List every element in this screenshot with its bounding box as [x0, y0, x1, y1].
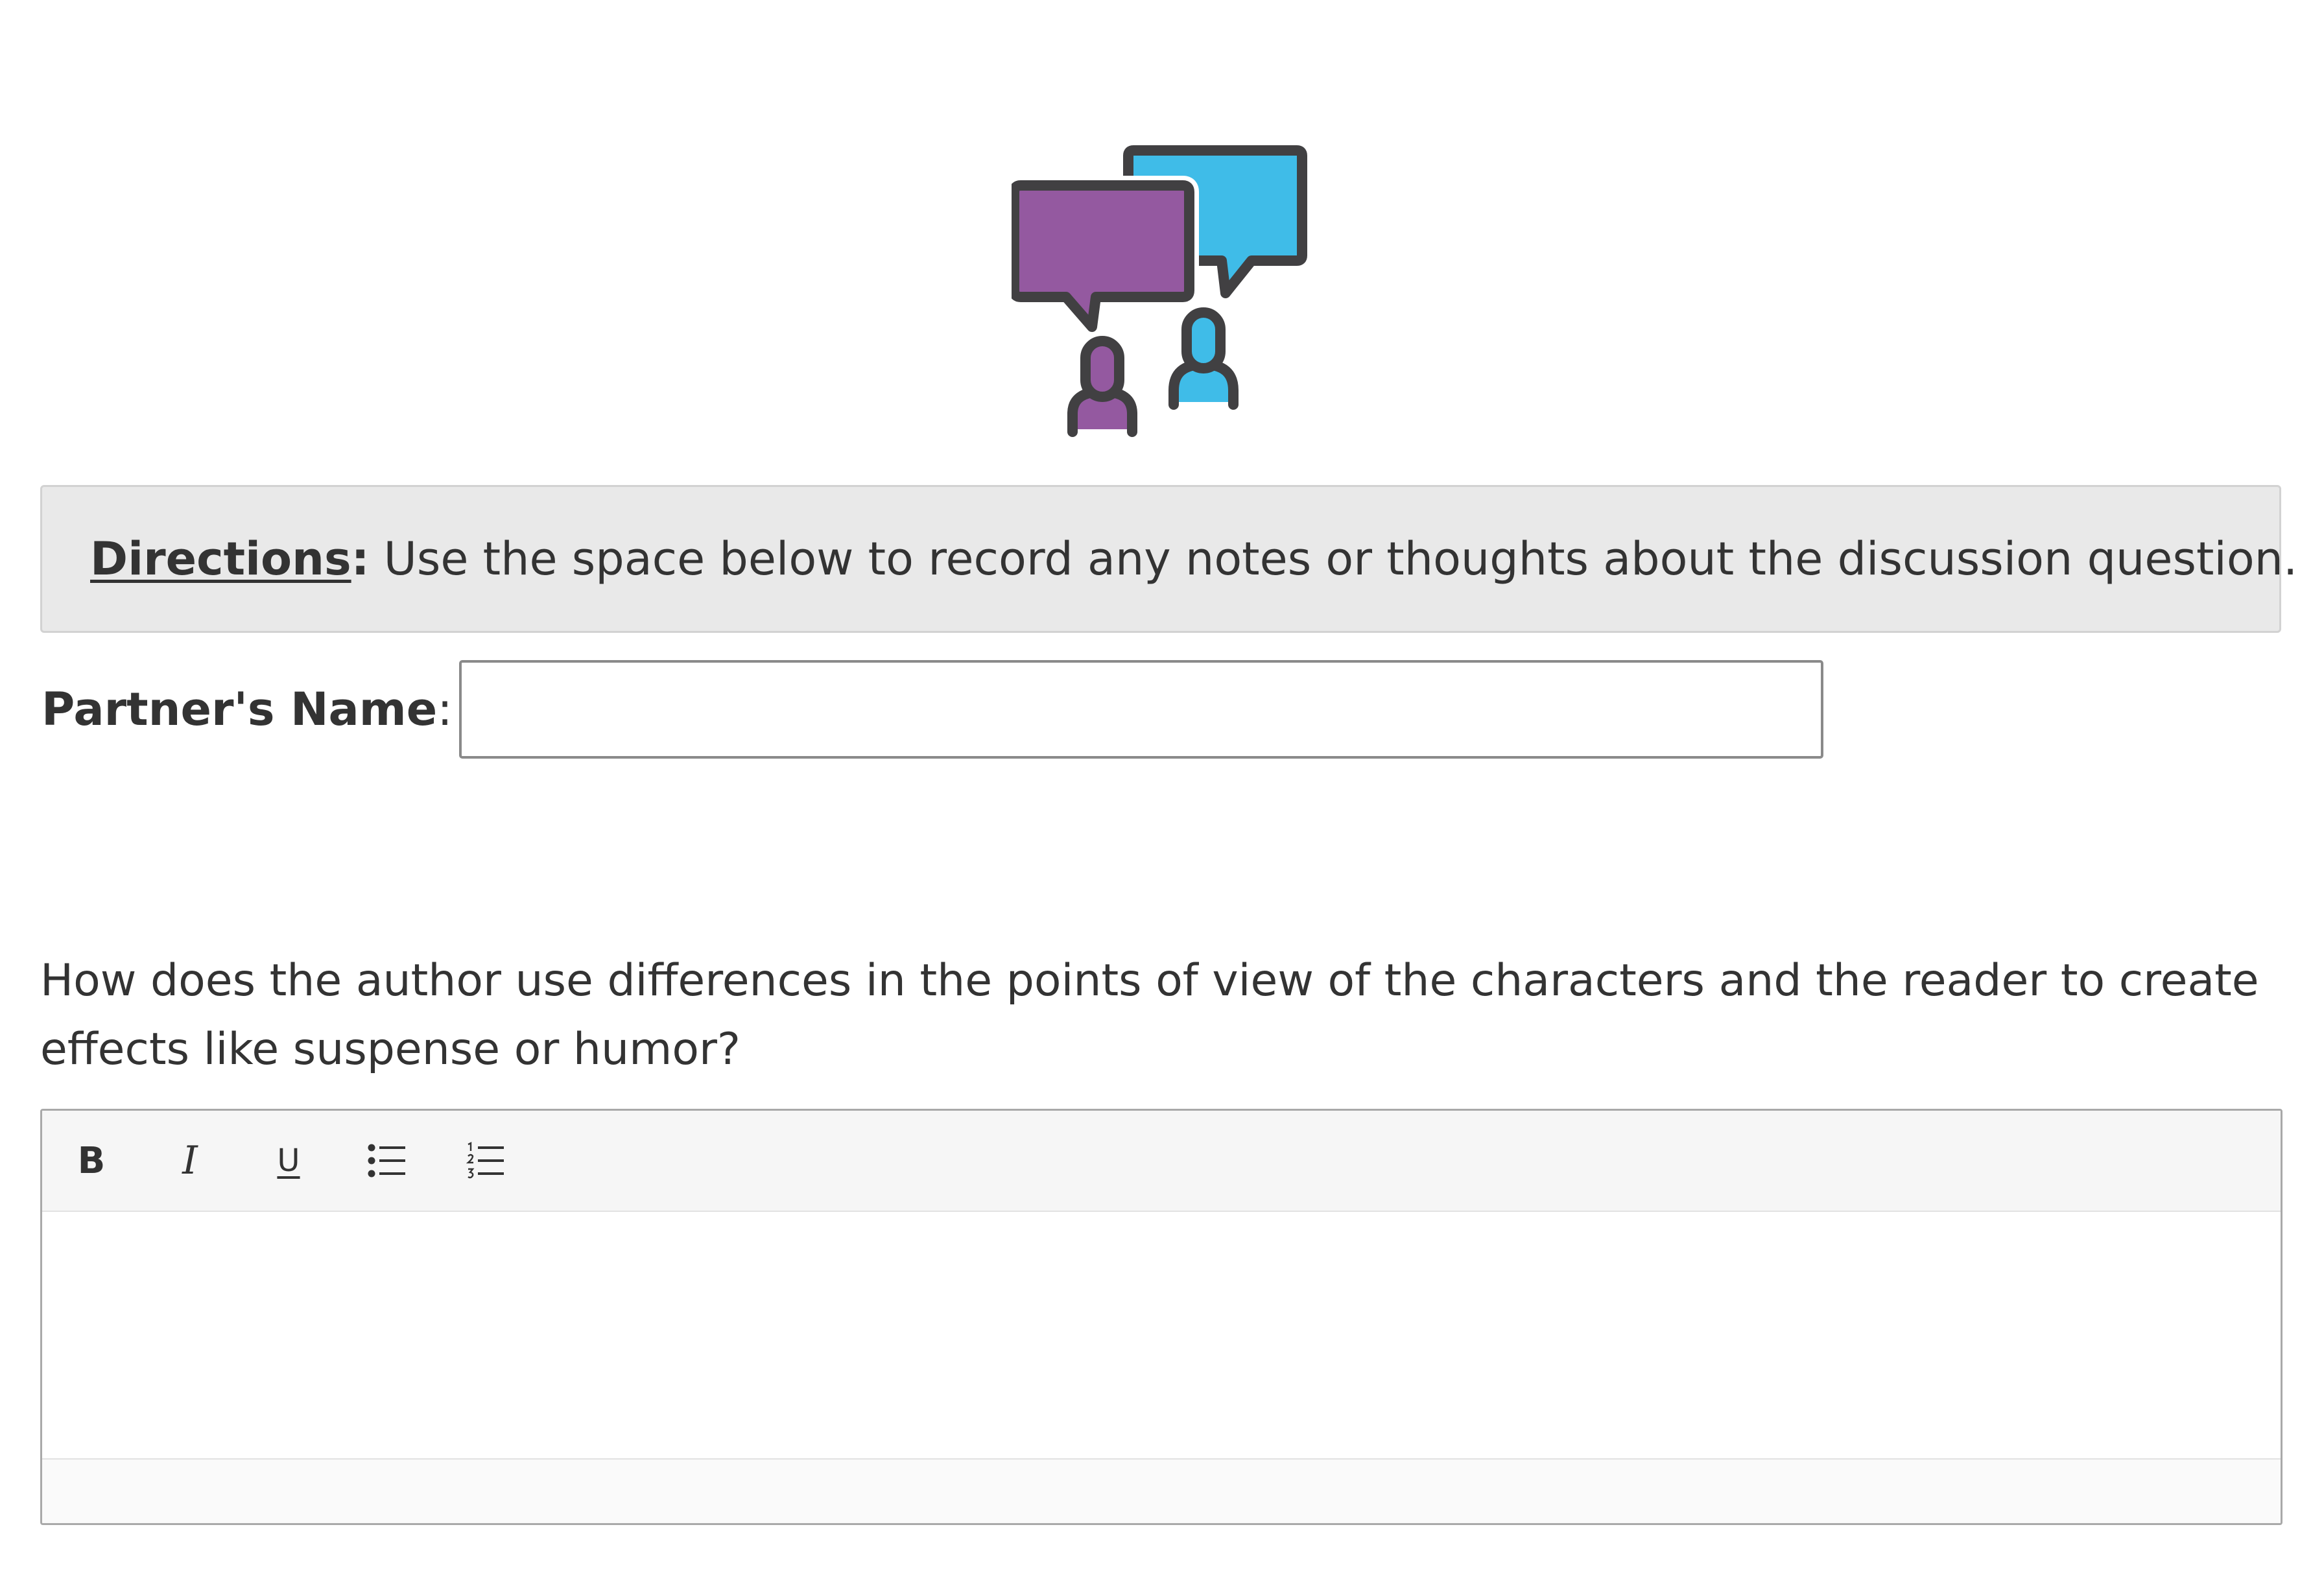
- bold-button[interactable]: B: [62, 1131, 121, 1190]
- partner-name-input[interactable]: [458, 660, 1823, 759]
- discussion-people-speech-bubbles-icon: [1012, 145, 1307, 437]
- directions-label: Directions: [90, 532, 351, 586]
- response-editor: B I U: [40, 1109, 2282, 1525]
- numbered-list-button[interactable]: [456, 1131, 516, 1190]
- purple-speech-bubble-icon: [1012, 176, 1199, 337]
- numbered-list-icon: [466, 1142, 504, 1179]
- directions-panel: Directions: Use the space below to recor…: [40, 485, 2297, 633]
- directions-colon: :: [351, 532, 370, 586]
- purple-person-icon: [1067, 336, 1137, 437]
- partner-name-label: Partner's Name: [42, 683, 438, 736]
- bulleted-list-button[interactable]: [357, 1131, 417, 1190]
- page: Directions: Use the space below to recor…: [0, 0, 2324, 1586]
- editor-statusbar: [42, 1458, 2281, 1523]
- discussion-question: How does the author use differences in t…: [40, 955, 2259, 1075]
- blue-person-icon: [1168, 307, 1239, 410]
- directions-text: Use the space below to record any notes …: [383, 532, 2298, 586]
- partner-name-row: Partner's Name:: [42, 660, 1823, 759]
- italic-button[interactable]: I: [160, 1131, 220, 1190]
- editor-toolbar: B I U: [42, 1111, 2281, 1212]
- partner-name-colon: :: [437, 683, 453, 736]
- editor-text-area[interactable]: [42, 1212, 2281, 1458]
- bulleted-list-icon: [368, 1144, 405, 1178]
- underline-button[interactable]: U: [259, 1131, 318, 1190]
